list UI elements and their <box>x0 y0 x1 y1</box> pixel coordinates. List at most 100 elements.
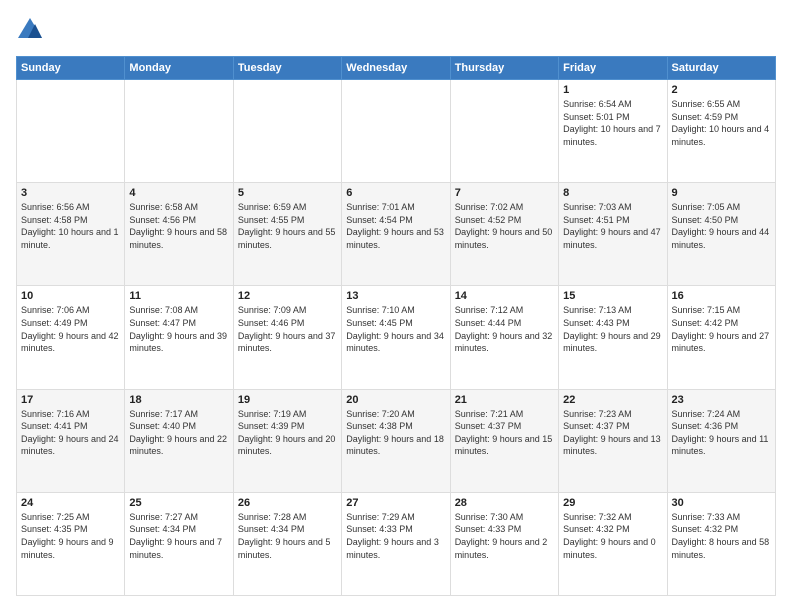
calendar-cell-2-3: 5Sunrise: 6:59 AM Sunset: 4:55 PM Daylig… <box>233 183 341 286</box>
calendar-cell-2-2: 4 Sunrise: 6:58 AM Sunset: 4:56 PM Daylig… <box>125 183 233 286</box>
calendar-cell-4-2: 18Sunrise: 7:17 AM Sunset: 4:40 PM Dayli… <box>125 389 233 492</box>
day-number: 12 <box>238 290 337 302</box>
day-number: 7 <box>455 187 554 199</box>
day-number: 20 <box>346 394 445 406</box>
day-number: 26 <box>238 497 337 509</box>
day-info: Sunrise: 7:02 AM Sunset: 4:52 PM Dayligh… <box>455 201 554 251</box>
day-info: Sunrise: 7:05 AM Sunset: 4:50 PM Dayligh… <box>672 201 771 251</box>
page: SundayMondayTuesdayWednesdayThursdayFrid… <box>0 0 792 612</box>
calendar-table: SundayMondayTuesdayWednesdayThursdayFrid… <box>16 56 776 596</box>
calendar-week-3: 10Sunrise: 7:06 AM Sunset: 4:49 PM Dayli… <box>17 286 776 389</box>
calendar-header-sunday: Sunday <box>17 57 125 80</box>
day-info: Sunrise: 6:59 AM Sunset: 4:55 PM Dayligh… <box>238 201 337 251</box>
day-number: 27 <box>346 497 445 509</box>
day-number: 9 <box>672 187 771 199</box>
calendar-cell-5-1: 24 Sunrise: 7:25 AM Sunset: 4:35 PM Dayli… <box>17 492 125 595</box>
day-number: 1 <box>563 84 662 96</box>
calendar-cell-3-2: 11 Sunrise: 7:08 AM Sunset: 4:47 PM Dayli… <box>125 286 233 389</box>
calendar-cell-1-1 <box>17 80 125 183</box>
calendar-week-4: 17 Sunrise: 7:16 AM Sunset: 4:41 PM Dayli… <box>17 389 776 492</box>
day-number: 30 <box>672 497 771 509</box>
day-number: 25 <box>129 497 228 509</box>
day-info: Sunrise: 7:33 AM Sunset: 4:32 PM Dayligh… <box>672 511 771 561</box>
day-number: 8 <box>563 187 662 199</box>
day-info: Sunrise: 6:58 AM Sunset: 4:56 PM Dayligh… <box>129 201 228 251</box>
calendar-header-tuesday: Tuesday <box>233 57 341 80</box>
calendar-cell-3-5: 14Sunrise: 7:12 AM Sunset: 4:44 PM Dayli… <box>450 286 558 389</box>
calendar-header-thursday: Thursday <box>450 57 558 80</box>
day-info: Sunrise: 7:27 AM Sunset: 4:34 PM Dayligh… <box>129 511 228 561</box>
calendar-week-5: 24 Sunrise: 7:25 AM Sunset: 4:35 PM Dayli… <box>17 492 776 595</box>
calendar-cell-5-2: 25 Sunrise: 7:27 AM Sunset: 4:34 PM Dayli… <box>125 492 233 595</box>
day-info: Sunrise: 7:09 AM Sunset: 4:46 PM Dayligh… <box>238 304 337 354</box>
day-number: 3 <box>21 187 120 199</box>
day-info: Sunrise: 7:16 AM Sunset: 4:41 PM Dayligh… <box>21 408 120 458</box>
calendar-week-2: 3 Sunrise: 6:56 AM Sunset: 4:58 PM Daylig… <box>17 183 776 286</box>
day-info: Sunrise: 7:13 AM Sunset: 4:43 PM Dayligh… <box>563 304 662 354</box>
calendar-cell-1-3 <box>233 80 341 183</box>
calendar-cell-3-6: 15 Sunrise: 7:13 AM Sunset: 4:43 PM Dayli… <box>559 286 667 389</box>
day-info: Sunrise: 7:19 AM Sunset: 4:39 PM Dayligh… <box>238 408 337 458</box>
calendar-cell-1-6: 1 Sunrise: 6:54 AM Sunset: 5:01 PM Daylig… <box>559 80 667 183</box>
calendar-week-1: 1 Sunrise: 6:54 AM Sunset: 5:01 PM Daylig… <box>17 80 776 183</box>
day-info: Sunrise: 7:28 AM Sunset: 4:34 PM Dayligh… <box>238 511 337 561</box>
calendar-cell-1-4 <box>342 80 450 183</box>
logo <box>16 16 48 44</box>
calendar-cell-2-1: 3 Sunrise: 6:56 AM Sunset: 4:58 PM Daylig… <box>17 183 125 286</box>
day-info: Sunrise: 7:12 AM Sunset: 4:44 PM Dayligh… <box>455 304 554 354</box>
calendar-cell-5-6: 29 Sunrise: 7:32 AM Sunset: 4:32 PM Dayli… <box>559 492 667 595</box>
day-info: Sunrise: 7:29 AM Sunset: 4:33 PM Dayligh… <box>346 511 445 561</box>
day-number: 16 <box>672 290 771 302</box>
day-info: Sunrise: 6:55 AM Sunset: 4:59 PM Dayligh… <box>672 98 771 148</box>
calendar-cell-4-3: 19 Sunrise: 7:19 AM Sunset: 4:39 PM Dayli… <box>233 389 341 492</box>
day-number: 23 <box>672 394 771 406</box>
calendar-cell-2-4: 6Sunrise: 7:01 AM Sunset: 4:54 PM Daylig… <box>342 183 450 286</box>
calendar-cell-3-7: 16 Sunrise: 7:15 AM Sunset: 4:42 PM Dayli… <box>667 286 775 389</box>
day-info: Sunrise: 7:23 AM Sunset: 4:37 PM Dayligh… <box>563 408 662 458</box>
calendar-cell-4-6: 22 Sunrise: 7:23 AM Sunset: 4:37 PM Dayli… <box>559 389 667 492</box>
calendar-cell-5-7: 30 Sunrise: 7:33 AM Sunset: 4:32 PM Dayli… <box>667 492 775 595</box>
day-number: 24 <box>21 497 120 509</box>
calendar-header-saturday: Saturday <box>667 57 775 80</box>
day-info: Sunrise: 7:15 AM Sunset: 4:42 PM Dayligh… <box>672 304 771 354</box>
day-number: 11 <box>129 290 228 302</box>
day-number: 21 <box>455 394 554 406</box>
day-number: 15 <box>563 290 662 302</box>
day-info: Sunrise: 7:20 AM Sunset: 4:38 PM Dayligh… <box>346 408 445 458</box>
header <box>16 16 776 44</box>
calendar-cell-2-7: 9 Sunrise: 7:05 AM Sunset: 4:50 PM Daylig… <box>667 183 775 286</box>
calendar-cell-2-5: 7 Sunrise: 7:02 AM Sunset: 4:52 PM Daylig… <box>450 183 558 286</box>
calendar-cell-1-7: 2 Sunrise: 6:55 AM Sunset: 4:59 PM Daylig… <box>667 80 775 183</box>
day-number: 13 <box>346 290 445 302</box>
day-info: Sunrise: 7:32 AM Sunset: 4:32 PM Dayligh… <box>563 511 662 561</box>
day-info: Sunrise: 6:56 AM Sunset: 4:58 PM Dayligh… <box>21 201 120 251</box>
calendar-header-monday: Monday <box>125 57 233 80</box>
calendar-cell-4-5: 21 Sunrise: 7:21 AM Sunset: 4:37 PM Dayli… <box>450 389 558 492</box>
day-number: 2 <box>672 84 771 96</box>
day-info: Sunrise: 7:30 AM Sunset: 4:33 PM Dayligh… <box>455 511 554 561</box>
calendar-header-wednesday: Wednesday <box>342 57 450 80</box>
day-number: 4 <box>129 187 228 199</box>
day-info: Sunrise: 7:01 AM Sunset: 4:54 PM Dayligh… <box>346 201 445 251</box>
day-number: 22 <box>563 394 662 406</box>
day-number: 28 <box>455 497 554 509</box>
day-number: 19 <box>238 394 337 406</box>
calendar-cell-3-4: 13 Sunrise: 7:10 AM Sunset: 4:45 PM Dayli… <box>342 286 450 389</box>
day-info: Sunrise: 7:08 AM Sunset: 4:47 PM Dayligh… <box>129 304 228 354</box>
calendar-cell-1-2 <box>125 80 233 183</box>
calendar-cell-3-3: 12 Sunrise: 7:09 AM Sunset: 4:46 PM Dayli… <box>233 286 341 389</box>
calendar-cell-4-7: 23 Sunrise: 7:24 AM Sunset: 4:36 PM Dayli… <box>667 389 775 492</box>
calendar-cell-5-3: 26 Sunrise: 7:28 AM Sunset: 4:34 PM Dayli… <box>233 492 341 595</box>
day-info: Sunrise: 7:10 AM Sunset: 4:45 PM Dayligh… <box>346 304 445 354</box>
day-info: Sunrise: 7:25 AM Sunset: 4:35 PM Dayligh… <box>21 511 120 561</box>
calendar-cell-3-1: 10Sunrise: 7:06 AM Sunset: 4:49 PM Dayli… <box>17 286 125 389</box>
day-info: Sunrise: 6:54 AM Sunset: 5:01 PM Dayligh… <box>563 98 662 148</box>
day-number: 29 <box>563 497 662 509</box>
calendar-cell-2-6: 8Sunrise: 7:03 AM Sunset: 4:51 PM Daylig… <box>559 183 667 286</box>
calendar-cell-4-4: 20 Sunrise: 7:20 AM Sunset: 4:38 PM Dayli… <box>342 389 450 492</box>
day-info: Sunrise: 7:17 AM Sunset: 4:40 PM Dayligh… <box>129 408 228 458</box>
day-info: Sunrise: 7:24 AM Sunset: 4:36 PM Dayligh… <box>672 408 771 458</box>
day-number: 17 <box>21 394 120 406</box>
calendar-cell-5-4: 27 Sunrise: 7:29 AM Sunset: 4:33 PM Dayli… <box>342 492 450 595</box>
day-info: Sunrise: 7:21 AM Sunset: 4:37 PM Dayligh… <box>455 408 554 458</box>
